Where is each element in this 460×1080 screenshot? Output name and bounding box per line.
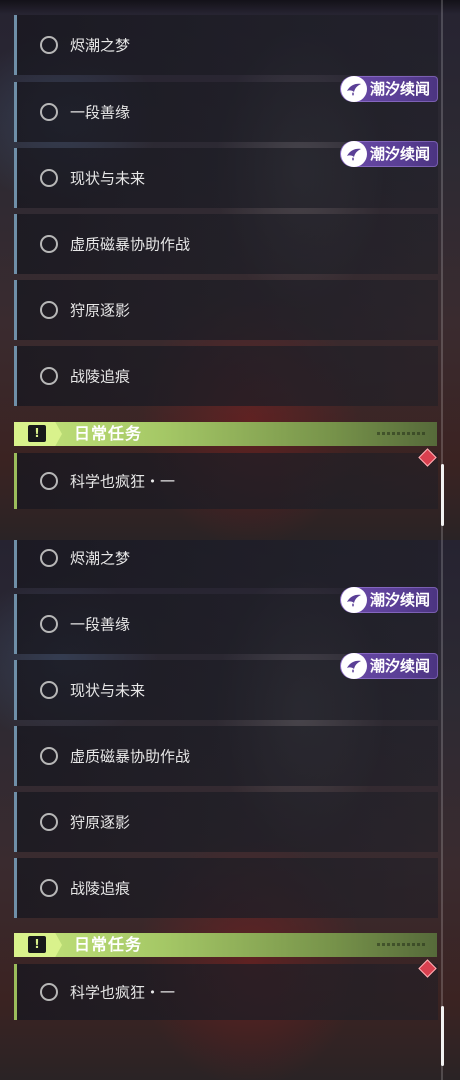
quest-label: 狩原逐影 [70,301,131,320]
exclamation-icon: ! [28,425,46,442]
tide-logo-icon [341,653,367,679]
quest-label: 烬潮之梦 [70,36,131,55]
section-title: 日常任务 [74,424,143,443]
daily-quest-item[interactable]: 科学也疯狂・一 [14,453,438,509]
radio-circle-icon [40,301,58,319]
radio-circle-icon [40,549,58,567]
quest-label: 烬潮之梦 [70,549,131,568]
quest-item[interactable]: 虚质磁暴协助作战 [14,214,438,274]
scrollbar-thumb[interactable] [441,464,444,526]
quest-item[interactable]: 狩原逐影 [14,792,438,852]
radio-circle-icon [40,36,58,54]
quest-label: 虚质磁暴协助作战 [70,235,191,254]
tide-news-badge[interactable]: 潮汐续闻 [340,141,438,167]
quest-label: 战陵追痕 [70,879,131,898]
quest-item[interactable]: 虚质磁暴协助作战 [14,726,438,786]
quest-label: 一段善缘 [70,103,131,122]
radio-circle-icon [40,103,58,121]
quest-item[interactable]: 烬潮之梦 [14,540,438,588]
quest-item[interactable]: 烬潮之梦 [14,15,438,75]
quest-label: 虚质磁暴协助作战 [70,747,191,766]
quest-panel-top: 烬潮之梦 一段善缘 现状与未来 虚质磁暴协助作战 狩原逐影 战陵追痕 潮汐续闻 [0,0,460,540]
quest-label: 科学也疯狂・一 [70,983,176,1002]
daily-quests-header[interactable]: ! 日常任务 [14,933,437,957]
daily-quest-item[interactable]: 科学也疯狂・一 [14,964,438,1020]
quest-label: 一段善缘 [70,615,131,634]
radio-circle-icon [40,681,58,699]
header-decoration [377,943,427,946]
radio-circle-icon [40,367,58,385]
quest-label: 狩原逐影 [70,813,131,832]
quest-label: 战陵追痕 [70,367,131,386]
scrollbar-thumb[interactable] [441,1006,444,1066]
daily-quests-header[interactable]: ! 日常任务 [14,422,437,446]
tide-news-badge[interactable]: 潮汐续闻 [340,587,438,613]
badge-label: 潮汐续闻 [370,657,431,675]
quest-label: 科学也疯狂・一 [70,472,176,491]
quest-panel-bottom: 烬潮之梦 一段善缘 现状与未来 虚质磁暴协助作战 狩原逐影 战陵追痕 潮汐续闻 [0,540,460,1080]
radio-circle-icon [40,472,58,490]
quest-item[interactable]: 狩原逐影 [14,280,438,340]
tide-logo-icon [341,587,367,613]
exclamation-icon: ! [28,936,46,953]
radio-circle-icon [40,813,58,831]
daily-icon-box: ! [14,422,62,446]
tide-logo-icon [341,141,367,167]
radio-circle-icon [40,879,58,897]
quest-item[interactable]: 战陵追痕 [14,346,438,406]
radio-circle-icon [40,747,58,765]
radio-circle-icon [40,983,58,1001]
scrollbar-track[interactable] [441,0,443,540]
radio-circle-icon [40,169,58,187]
badge-label: 潮汐续闻 [370,591,431,609]
tide-logo-icon [341,76,367,102]
daily-icon-box: ! [14,933,62,957]
scrollbar-track[interactable] [441,540,443,1080]
section-title: 日常任务 [74,935,143,954]
tide-news-badge[interactable]: 潮汐续闻 [340,76,438,102]
radio-circle-icon [40,615,58,633]
badge-label: 潮汐续闻 [370,145,431,163]
badge-label: 潮汐续闻 [370,80,431,98]
quest-item[interactable]: 战陵追痕 [14,858,438,918]
quest-label: 现状与未来 [70,169,146,188]
header-decoration [377,432,427,435]
quest-label: 现状与未来 [70,681,146,700]
top-fade [0,0,460,14]
tide-news-badge[interactable]: 潮汐续闻 [340,653,438,679]
radio-circle-icon [40,235,58,253]
